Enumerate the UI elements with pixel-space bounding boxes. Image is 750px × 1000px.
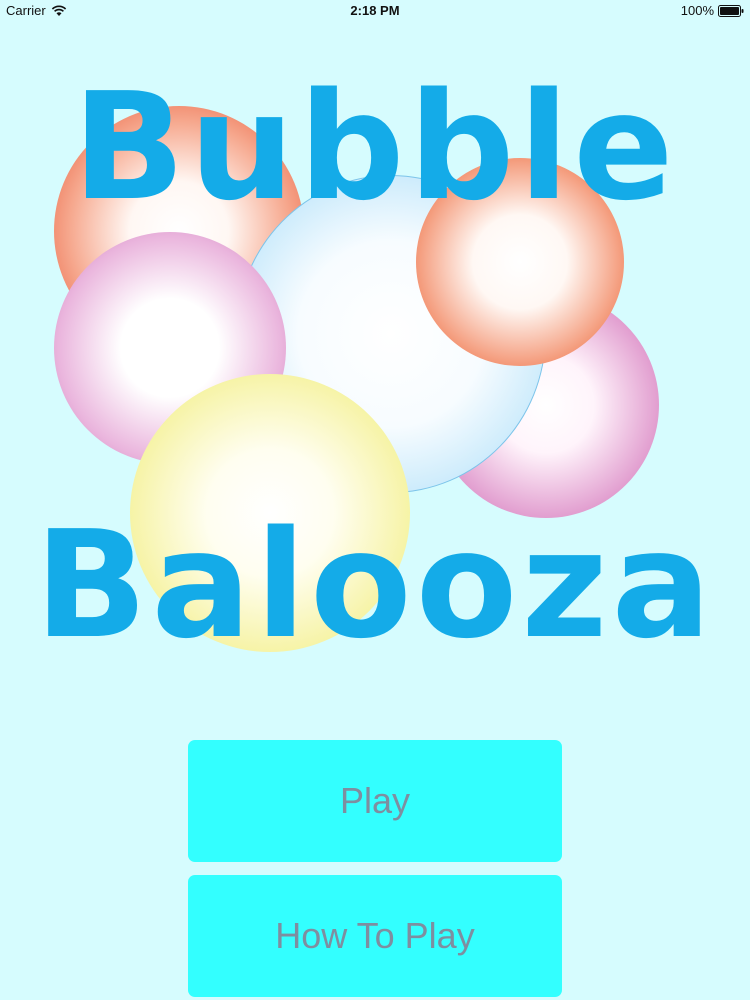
- logo-title-line-2: Balooza: [34, 499, 716, 671]
- play-button[interactable]: Play: [188, 740, 562, 862]
- how-to-play-button[interactable]: How To Play: [188, 875, 562, 997]
- logo-title-line-1: Bubble: [72, 61, 678, 233]
- game-logo: Bubble Balooza: [0, 0, 750, 700]
